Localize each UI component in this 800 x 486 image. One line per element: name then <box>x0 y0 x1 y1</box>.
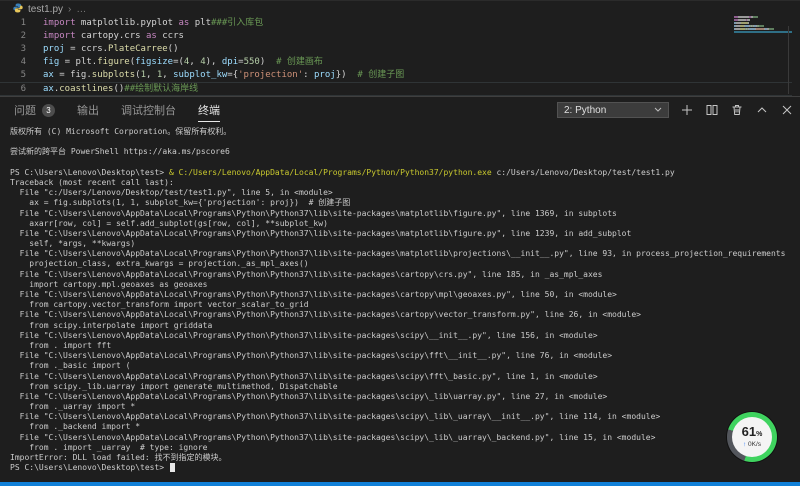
code-line-3[interactable]: 3 proj = ccrs.PlateCarree() <box>0 43 800 56</box>
minimap-line <box>734 16 792 18</box>
terminal-selector-dropdown[interactable]: 2: Python <box>557 102 669 118</box>
upload-arrow-icon: ↑ <box>743 441 746 448</box>
python-file-icon <box>13 3 23 16</box>
terminal-line: File "C:\Users\Lenovo\AppData\Local\Prog… <box>10 229 800 239</box>
terminal-line: File "C:\Users\Lenovo\AppData\Local\Prog… <box>10 270 800 280</box>
cpu-percent-label: 61% <box>742 426 763 441</box>
bottom-panel: 问题 3 输出 调试控制台 终端 2: Python <box>0 96 800 482</box>
minimap-line <box>734 25 792 27</box>
code-line-2[interactable]: 2 import cartopy.crs as ccrs <box>0 30 800 43</box>
terminal-line: ImportError: DLL load failed: 找不到指定的模块。 <box>10 453 800 463</box>
chevron-down-icon <box>654 105 662 115</box>
status-bar <box>0 482 800 486</box>
code-text: import cartopy.crs as ccrs <box>43 30 184 43</box>
terminal-line: File "C:\Users\Lenovo\AppData\Local\Prog… <box>10 310 800 320</box>
terminal-line: File "C:\Users\Lenovo\AppData\Local\Prog… <box>10 433 800 443</box>
panel-actions: 2: Python <box>557 102 794 118</box>
minimap-line <box>734 22 792 24</box>
terminal-line: File "C:\Users\Lenovo\AppData\Local\Prog… <box>10 331 800 341</box>
terminal-line: projection_class, extra_kwargs = project… <box>10 259 800 269</box>
panel-tab-label: 问题 <box>14 102 36 118</box>
breadcrumb-filename[interactable]: test1.py <box>28 4 63 15</box>
terminal-line: 尝试新的跨平台 PowerShell https://aka.ms/pscore… <box>10 147 800 157</box>
line-number: 4 <box>0 56 26 69</box>
minimap-line <box>734 31 792 33</box>
terminal-line: from ._backend import * <box>10 422 800 432</box>
terminal-line: axarr[row, col] = self.add_subplot(gs[ro… <box>10 219 800 229</box>
code-text: import matplotlib.pyplot as plt###引入库包 <box>43 17 263 30</box>
terminal-line: File "C:\Users\Lenovo\AppData\Local\Prog… <box>10 412 800 422</box>
panel-tab-output[interactable]: 输出 <box>77 98 99 122</box>
terminal-line: PS C:\Users\Lenovo\Desktop\test> & C:/Us… <box>10 168 800 178</box>
code-line-1[interactable]: 1 import matplotlib.pyplot as plt###引入库包 <box>0 17 800 30</box>
editor-pane: test1.py › … 1 import matplotlib.pyplot a… <box>0 0 800 96</box>
panel-header: 问题 3 输出 调试控制台 终端 2: Python <box>0 97 800 123</box>
terminal-line: from . import _uarray # type: ignore <box>10 443 800 453</box>
code-line-4[interactable]: 4 fig = plt.figure(figsize=(4, 4), dpi=55… <box>0 56 800 69</box>
panel-tab-label: 调试控制台 <box>121 102 176 118</box>
split-terminal-icon[interactable] <box>705 103 719 117</box>
terminal-line <box>10 137 800 147</box>
minimap-line <box>734 28 792 30</box>
system-monitor-face: 61% ↑ 0K/s <box>732 417 772 457</box>
panel-tab-label: 输出 <box>77 102 99 118</box>
breadcrumb-separator-icon: › <box>68 4 71 15</box>
terminal-line: Traceback (most recent call last): <box>10 178 800 188</box>
code-text: fig = plt.figure(figsize=(4, 4), dpi=550… <box>43 56 323 69</box>
terminal-line: ax = fig.subplots(1, 1, subplot_kw={'pro… <box>10 198 800 208</box>
terminal-line: from scipy.interpolate import griddata <box>10 321 800 331</box>
line-number: 1 <box>0 17 26 30</box>
terminal-line: PS C:\Users\Lenovo\Desktop\test> <box>10 463 800 473</box>
minimap-line <box>734 19 792 21</box>
terminal-line: File "C:\Users\Lenovo\AppData\Local\Prog… <box>10 392 800 402</box>
line-number: 6 <box>0 83 26 95</box>
line-number: 3 <box>0 43 26 56</box>
terminal-line: File "C:\Users\Lenovo\AppData\Local\Prog… <box>10 209 800 219</box>
terminal-line: File "C:\Users\Lenovo\AppData\Local\Prog… <box>10 351 800 361</box>
terminal-line: File "c:/Users/Lenovo/Desktop/test/test1… <box>10 188 800 198</box>
code-line-5[interactable]: 5 ax = fig.subplots(1, 1, subplot_kw={'pr… <box>0 69 800 82</box>
panel-tab-problems[interactable]: 问题 3 <box>14 98 55 122</box>
panel-tab-label: 终端 <box>198 102 220 118</box>
terminal-selector-value: 2: Python <box>564 105 606 116</box>
system-monitor-widget[interactable]: 61% ↑ 0K/s <box>727 412 777 462</box>
terminal-line <box>10 158 800 168</box>
line-number: 2 <box>0 30 26 43</box>
code-text: proj = ccrs.PlateCarree() <box>43 43 179 56</box>
code-area[interactable]: 1import matplotlib.pyplot as plt###引入库包2… <box>0 17 800 96</box>
maximize-panel-chevron-up-icon[interactable] <box>755 103 769 117</box>
terminal-line: from ._basic import ( <box>10 361 800 371</box>
terminal-line: from scipy._lib.uarray import generate_m… <box>10 382 800 392</box>
problems-count-badge: 3 <box>42 104 55 117</box>
panel-tab-terminal[interactable]: 终端 <box>198 98 220 122</box>
panel-tabs: 问题 3 输出 调试控制台 终端 <box>14 98 220 122</box>
code-line-6[interactable]: 6 ax.coastlines()##绘制默认海岸线 <box>0 82 792 96</box>
minimap-slider-edge <box>788 26 789 94</box>
terminal-line: from ._uarray import * <box>10 402 800 412</box>
terminal-line: from cartopy.vector_transform import vec… <box>10 300 800 310</box>
code-text: ax = fig.subplots(1, 1, subplot_kw={'pro… <box>43 69 404 82</box>
kill-terminal-trash-icon[interactable] <box>730 103 744 117</box>
new-terminal-icon[interactable] <box>680 103 694 117</box>
terminal-line: import cartopy.mpl.geoaxes as geoaxes <box>10 280 800 290</box>
terminal-output[interactable]: 版权所有 (C) Microsoft Corporation。保留所有权利。 尝… <box>0 123 800 482</box>
terminal-line: 版权所有 (C) Microsoft Corporation。保留所有权利。 <box>10 127 800 137</box>
upload-rate-label: ↑ 0K/s <box>743 441 761 448</box>
close-panel-icon[interactable] <box>780 103 794 117</box>
line-number: 5 <box>0 69 26 82</box>
minimap[interactable] <box>734 16 792 34</box>
terminal-line: File "C:\Users\Lenovo\AppData\Local\Prog… <box>10 372 800 382</box>
panel-tab-debug-console[interactable]: 调试控制台 <box>121 98 176 122</box>
terminal-line: self, *args, **kwargs) <box>10 239 800 249</box>
breadcrumb[interactable]: test1.py › … <box>0 1 800 17</box>
terminal-cursor <box>170 463 175 472</box>
code-text: ax.coastlines()##绘制默认海岸线 <box>43 83 198 95</box>
terminal-line: File "C:\Users\Lenovo\AppData\Local\Prog… <box>10 249 800 259</box>
terminal-line: from . import fft <box>10 341 800 351</box>
breadcrumb-symbol-ellipsis[interactable]: … <box>76 4 86 15</box>
vscode-window: test1.py › … 1 import matplotlib.pyplot a… <box>0 0 800 486</box>
terminal-line: File "C:\Users\Lenovo\AppData\Local\Prog… <box>10 290 800 300</box>
